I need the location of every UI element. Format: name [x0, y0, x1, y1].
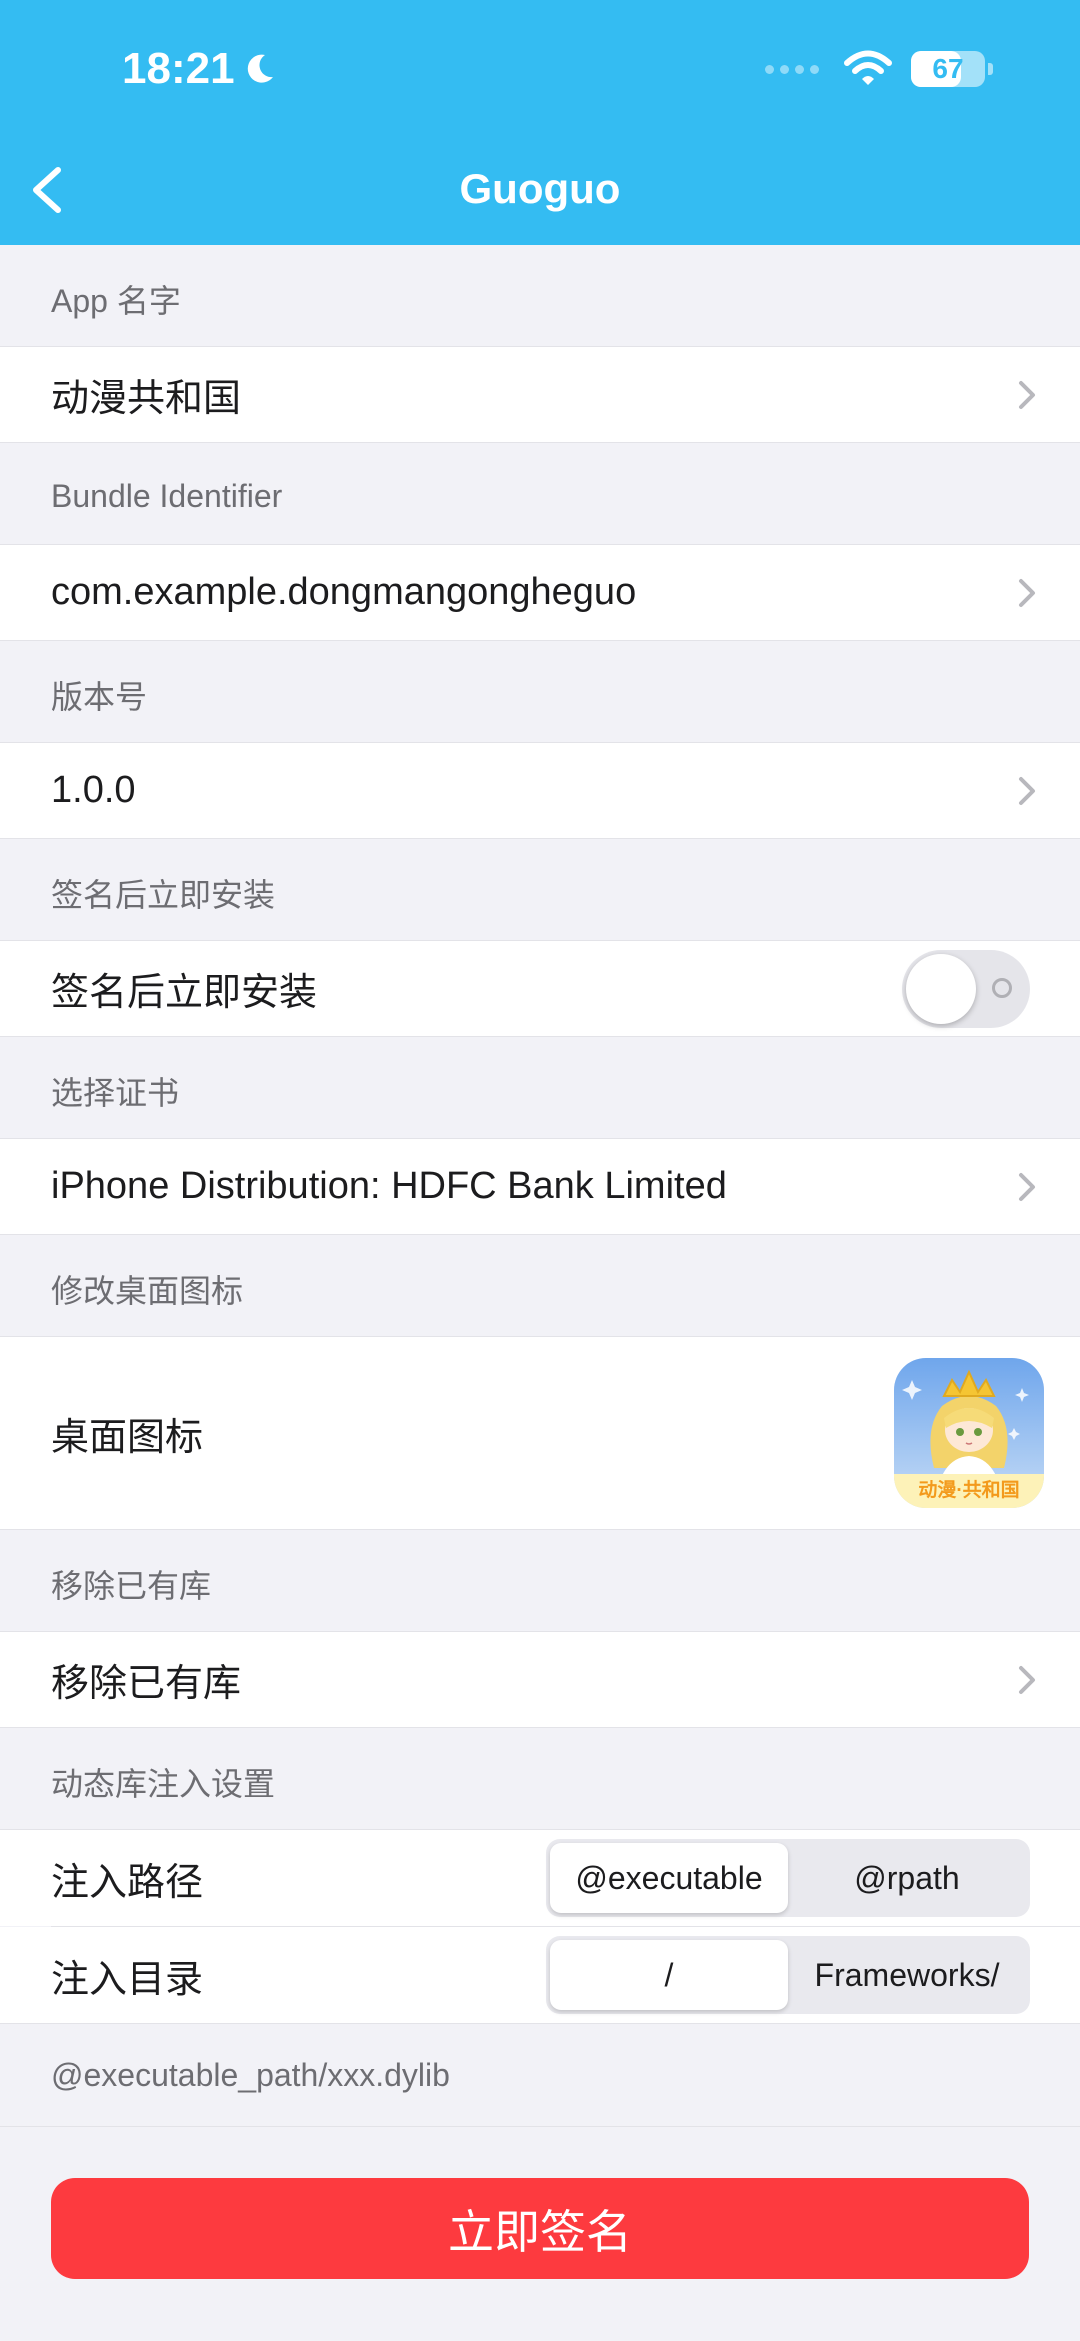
- sign-now-button[interactable]: 立即签名: [51, 2178, 1029, 2279]
- inject-path-label: 注入路径: [51, 1861, 204, 1904]
- chevron-right-icon: [1019, 1172, 1035, 1201]
- segment-frameworks[interactable]: Frameworks/: [788, 1940, 1026, 2010]
- section-header-icon: 修改桌面图标: [51, 1272, 244, 1309]
- app-icon-caption: 动漫·共和国: [918, 1480, 1020, 1501]
- inject-path-preview: @executable_path/xxx.dylib: [0, 2025, 1080, 2127]
- chevron-right-icon: [1019, 578, 1035, 607]
- page-title: Guoguo: [459, 165, 621, 212]
- app-icon-image[interactable]: 动漫·共和国: [894, 1358, 1044, 1508]
- install-after-sign-label: 签名后立即安装: [51, 972, 318, 1014]
- version-cell[interactable]: 1.0.0: [0, 742, 1080, 839]
- chevron-right-icon: [1019, 1665, 1035, 1694]
- inject-path-cell: 注入路径 @executable @rpath: [0, 1829, 1080, 1926]
- bundle-id-cell[interactable]: com.example.dongmangongheguo: [0, 544, 1080, 641]
- inject-dir-label: 注入目录: [51, 1958, 204, 2001]
- app-name-value: 动漫共和国: [51, 378, 242, 420]
- app-name-cell[interactable]: 动漫共和国: [0, 346, 1080, 443]
- inject-dir-cell: 注入目录 / Frameworks/: [0, 1927, 1080, 2024]
- status-indicators: 67: [765, 50, 993, 88]
- section-header-install: 签名后立即安装: [51, 876, 276, 913]
- desktop-icon-cell[interactable]: 桌面图标 动漫·共和国: [0, 1336, 1080, 1530]
- section-header-bundle-id: Bundle Identifier: [51, 478, 283, 514]
- toggle-knob: [906, 953, 976, 1024]
- status-time: 18:21: [122, 44, 277, 94]
- certificate-cell[interactable]: iPhone Distribution: HDFC Bank Limited: [0, 1138, 1080, 1235]
- version-value: 1.0.0: [51, 769, 136, 811]
- wifi-icon: [844, 50, 892, 85]
- bundle-id-value: com.example.dongmangongheguo: [51, 571, 637, 613]
- install-after-sign-toggle[interactable]: [902, 949, 1030, 1028]
- remove-libs-cell[interactable]: 移除已有库: [0, 1631, 1080, 1728]
- section-header-remove-libs: 移除已有库: [51, 1567, 212, 1604]
- chevron-right-icon: [1019, 380, 1035, 409]
- desktop-icon-label: 桌面图标: [51, 1416, 204, 1459]
- inject-dir-segmented-control[interactable]: / Frameworks/: [546, 1936, 1030, 2014]
- moon-icon: [247, 54, 273, 83]
- remove-libs-label: 移除已有库: [51, 1663, 242, 1705]
- section-header-version: 版本号: [51, 678, 148, 715]
- segment-rpath[interactable]: @rpath: [788, 1843, 1026, 1913]
- cellular-signal-icon: [765, 64, 819, 74]
- install-after-sign-cell: 签名后立即安装: [0, 940, 1080, 1037]
- segment-root[interactable]: /: [550, 1940, 788, 2010]
- status-time-text: 18:21: [122, 44, 235, 93]
- section-header-injection: 动态库注入设置: [51, 1765, 276, 1802]
- battery-level: 67: [932, 53, 964, 84]
- segment-executable[interactable]: @executable: [550, 1843, 788, 1913]
- navigation-header: 18:21 67 Guoguo: [0, 0, 1080, 245]
- chevron-right-icon: [1019, 776, 1035, 805]
- inject-path-segmented-control[interactable]: @executable @rpath: [546, 1839, 1030, 1917]
- battery-icon: 67: [911, 51, 993, 87]
- section-header-app-name: App 名字: [51, 282, 181, 319]
- certificate-value: iPhone Distribution: HDFC Bank Limited: [51, 1165, 727, 1207]
- section-header-certificate: 选择证书: [51, 1074, 180, 1111]
- toggle-off-indicator: [992, 977, 1012, 998]
